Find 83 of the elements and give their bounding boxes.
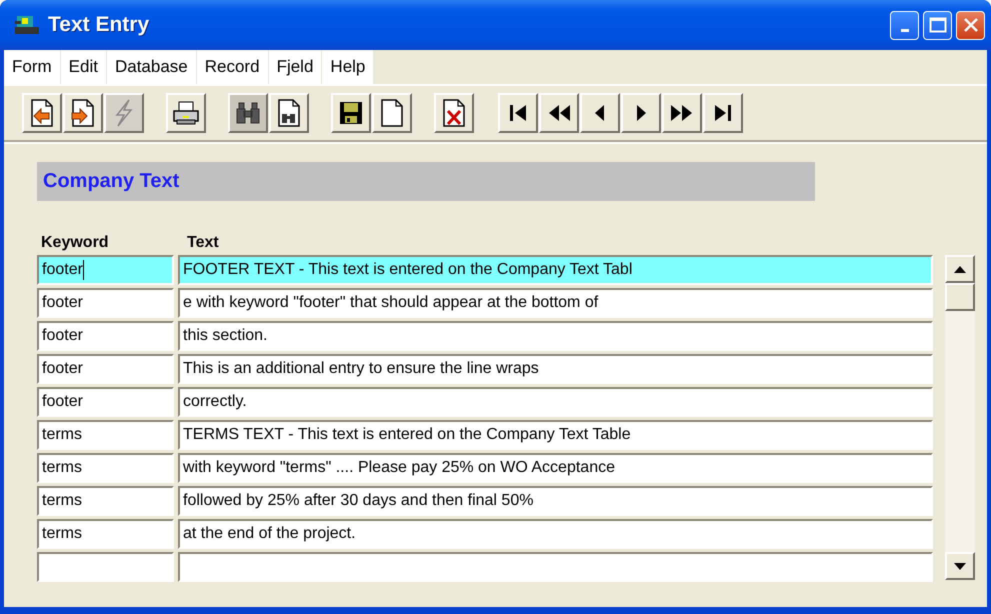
column-header: Text (186, 234, 219, 252)
table-cell[interactable]: terms (37, 420, 174, 450)
table-cell[interactable]: footer (37, 255, 174, 285)
entry-text: at the end of the project. (183, 525, 356, 543)
toolbar-button[interactable] (166, 93, 206, 133)
menu-item[interactable]: Form (4, 50, 61, 84)
menu-item[interactable]: Database (106, 50, 197, 84)
toolbar-button[interactable] (662, 93, 702, 133)
close-icon (962, 17, 978, 33)
table-cell[interactable]: terms (37, 519, 174, 549)
toolbar-button[interactable] (63, 93, 103, 133)
toolbar-button[interactable] (621, 93, 661, 133)
scroll-thumb[interactable] (945, 283, 975, 311)
table-cell[interactable]: at the end of the project. (178, 519, 933, 549)
table-cell[interactable]: this section. (178, 321, 933, 351)
keyword-text: terms (42, 426, 82, 444)
scroll-up-button[interactable] (945, 255, 975, 283)
keyword-text: terms (42, 525, 82, 543)
table-cell[interactable]: footer (37, 321, 174, 351)
entry-text: followed by 25% after 30 days and then final 50% (183, 492, 534, 510)
next-record-icon (634, 103, 648, 123)
maximize-icon (928, 17, 946, 33)
page-arrow-icon (70, 99, 96, 127)
toolbar-button[interactable] (228, 93, 268, 133)
entry-text: TERMS TEXT - This text is entered on the Company Text Table (183, 426, 631, 444)
keyword-text: terms (42, 492, 82, 510)
entry-text: correctly. (183, 393, 247, 411)
entry-text: This is an additional entry to ensure the line wraps (183, 360, 539, 378)
table-cell[interactable]: with keyword "terms" .... Please pay 25% on WO Acceptance (178, 453, 933, 483)
table-cell[interactable]: followed by 25% after 30 days and then final 50% (178, 486, 933, 516)
entry-text: FOOTER TEXT - This text is entered on the Company Text Tabl (183, 261, 632, 279)
page-arrow-icon (29, 99, 55, 127)
table-cell[interactable] (37, 552, 174, 582)
section-title: Company Text (37, 162, 815, 201)
menu-item[interactable]: Record (196, 50, 269, 84)
entry-text: this section. (183, 327, 268, 345)
toolbar-button[interactable] (498, 93, 538, 133)
page-binoculars-icon (276, 99, 302, 127)
keyword-text: footer (42, 327, 83, 345)
table-cell[interactable]: correctly. (178, 387, 933, 417)
menu-item[interactable]: Edit (60, 50, 107, 84)
entry-text: e with keyword "footer" that should appear at the bottom of (183, 294, 598, 312)
toolbar-button[interactable] (580, 93, 620, 133)
keyword-text: footer (42, 294, 83, 312)
table-cell[interactable]: footer (37, 387, 174, 417)
table-cell[interactable]: This is an additional entry to ensure the line wraps (178, 354, 933, 384)
toolbar-button[interactable] (331, 93, 371, 133)
maximize-button[interactable] (923, 10, 952, 40)
toolbar-button[interactable] (372, 93, 412, 133)
keyword-text: footer (42, 360, 83, 378)
printer-icon (172, 100, 200, 126)
table-cell[interactable] (178, 552, 933, 582)
entry-text: with keyword "terms" .... Please pay 25% on WO Acceptance (183, 459, 615, 477)
table-cell[interactable]: e with keyword "footer" that should appear at the bottom of (178, 288, 933, 318)
down-arrow-icon (954, 562, 966, 570)
column-header: Keyword (40, 234, 110, 252)
up-arrow-icon (954, 266, 966, 272)
page-cross-icon (441, 99, 467, 127)
toolbar-button[interactable] (703, 93, 743, 133)
table-cell[interactable]: footer (37, 354, 174, 384)
keyword-text: footer (42, 393, 83, 411)
table-cell[interactable]: terms (37, 486, 174, 516)
window-title: Text Entry (48, 13, 150, 37)
menu-item[interactable]: Help (322, 50, 374, 84)
table-cell[interactable]: FOOTER TEXT - This text is entered on the Company Text Tabl (178, 255, 933, 285)
toolbar-button[interactable] (539, 93, 579, 133)
toolbar-button[interactable] (434, 93, 474, 133)
scroll-down-button[interactable] (945, 552, 975, 580)
keyword-text: terms (42, 459, 82, 477)
table-cell[interactable]: terms (37, 453, 174, 483)
toolbar-button[interactable] (22, 93, 62, 133)
blank-page-icon (379, 99, 405, 127)
scrollbar[interactable] (945, 255, 975, 580)
keyword-text: footer (42, 261, 83, 279)
binoculars-icon (234, 101, 262, 125)
toolbar-button[interactable] (269, 93, 309, 133)
menu-item[interactable]: Fjeld (268, 50, 322, 84)
close-button[interactable] (956, 10, 985, 40)
minimize-icon (900, 28, 908, 32)
table-cell[interactable]: TERMS TEXT - This text is entered on the Company Text Table (178, 420, 933, 450)
table-cell[interactable]: footer (37, 288, 174, 318)
previous-record-icon (593, 103, 607, 123)
minimize-button[interactable] (890, 10, 919, 40)
